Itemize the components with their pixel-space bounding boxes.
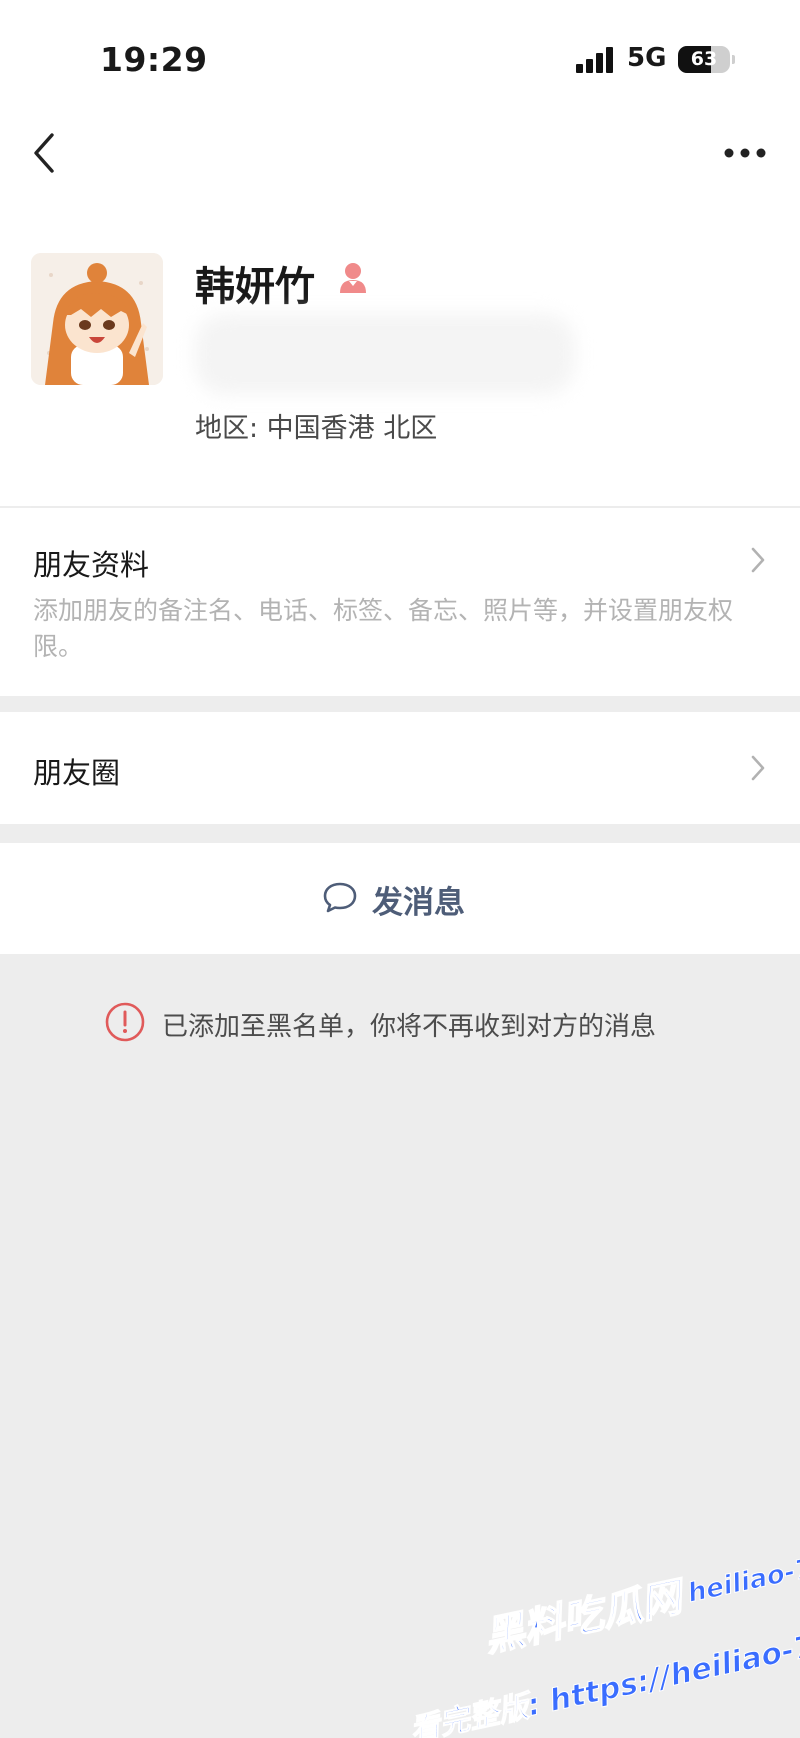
friend-info-row[interactable]: 朋友资料 添加朋友的备注名、电话、标签、备忘、照片等，并设置朋友权限。 [0, 508, 800, 696]
warning-circle-icon [104, 1001, 146, 1047]
blurred-wechat-id [195, 314, 575, 394]
battery-icon: 63 [678, 46, 730, 73]
friend-info-description: 添加朋友的备注名、电话、标签、备忘、照片等，并设置朋友权限。 [33, 596, 734, 661]
status-bar: 19:29 5G 63 [0, 0, 800, 110]
watermark-caption: 看完整版: https://heiliao-76.com [407, 1607, 800, 1738]
chevron-right-icon [750, 754, 766, 782]
send-message-button[interactable]: 发消息 [0, 843, 800, 954]
more-dots-icon [724, 148, 766, 158]
watermark-domain: heiliao-76.com [685, 1535, 800, 1609]
blacklist-notice-text: 已添加至黑名单，你将不再收到对方的消息 [162, 1011, 657, 1042]
moments-row[interactable]: 朋友圈 [0, 712, 800, 824]
battery-tip [732, 55, 735, 64]
avatar-image [31, 253, 163, 385]
network-type: 5G [627, 43, 667, 73]
chevron-right-icon [750, 546, 766, 574]
friend-info-title: 朋友资料 [33, 548, 150, 582]
chevron-left-icon [34, 133, 54, 173]
avatar[interactable] [31, 253, 163, 385]
status-time: 19:29 [100, 40, 208, 79]
battery-percent: 63 [690, 48, 718, 70]
blacklist-notice: 已添加至黑名单，你将不再收到对方的消息 [104, 1002, 656, 1046]
female-user-icon [338, 260, 368, 294]
profile-name: 韩妍竹 [195, 264, 315, 310]
chat-bubble-icon [322, 880, 358, 918]
moments-title: 朋友圈 [33, 756, 121, 790]
profile-region: 地区: 中国香港 北区 [195, 413, 438, 444]
signal-icon [576, 47, 616, 73]
watermark-brand: 黑料吃瓜网 [480, 1573, 691, 1661]
more-button[interactable] [722, 145, 768, 159]
send-message-label: 发消息 [372, 884, 465, 921]
back-button[interactable] [30, 130, 60, 176]
